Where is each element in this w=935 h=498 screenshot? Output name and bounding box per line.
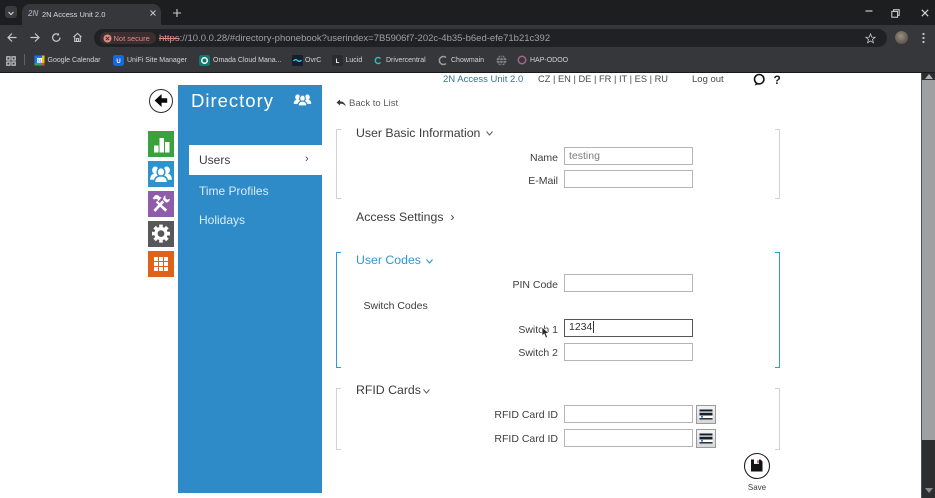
svg-text:31: 31 [37,58,43,63]
svg-text:L: L [336,59,340,65]
svg-text:U: U [116,59,120,65]
